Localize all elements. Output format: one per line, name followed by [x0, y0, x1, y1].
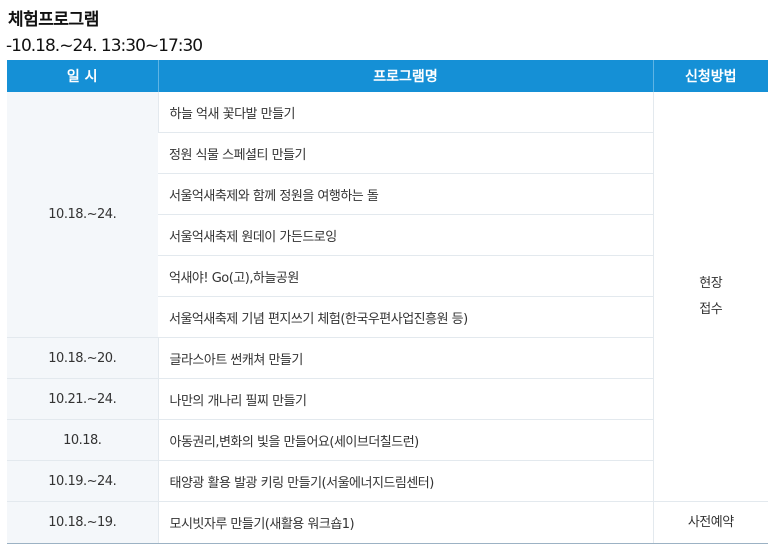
- method-cell-onsite: 현장 접수: [652, 92, 768, 502]
- schedule-period: -10.18.~24. 13:30~17:30: [6, 36, 203, 56]
- table-row: 10.18.~24. 하늘 억새 꽃다발 만들기 현장 접수: [7, 92, 768, 502]
- table-row: 10.18.~19. 모시빗자루 만들기(새활용 워크숍1) 사전예약: [7, 501, 768, 544]
- date-cell: 10.18.~20.: [7, 337, 158, 379]
- program-cell: 하늘 억새 꽃다발 만들기: [157, 92, 653, 133]
- program-cell: 글라스아트 썬캐쳐 만들기: [157, 337, 653, 379]
- header-date: 일 시: [7, 60, 158, 92]
- date-cell: 10.18.: [7, 419, 158, 461]
- program-cell: 서울억새축제 기념 편지쓰기 체험(한국우편사업진흥원 등): [158, 296, 653, 338]
- method-line: 현장: [699, 275, 723, 291]
- program-table: 일 시 프로그램명 신청방법 10.18.~24. 하늘 억새 꽃다발 만들기 …: [7, 60, 768, 544]
- page-title: 체험프로그램: [8, 10, 99, 30]
- program-cell: 억새야! Go(고),하늘공원: [158, 255, 653, 297]
- date-cell: 10.21.~24.: [7, 378, 158, 420]
- program-cell: 정원 식물 스페셜티 만들기: [158, 132, 653, 174]
- program-cell: 서울억새축제 원데이 가든드로잉: [158, 214, 653, 256]
- date-cell: 10.18.~19.: [7, 501, 158, 544]
- header-program: 프로그램명: [157, 60, 653, 92]
- method-cell-reservation: 사전예약: [652, 501, 768, 544]
- date-cell: 10.18.~24.: [7, 92, 158, 338]
- program-cell: 서울억새축제와 함께 정원을 여행하는 돌: [158, 173, 653, 215]
- header-method: 신청방법: [652, 60, 768, 92]
- program-cell: 태양광 활용 발광 키링 만들기(서울에너지드림센터): [157, 460, 653, 502]
- table-header-row: 일 시 프로그램명 신청방법: [7, 60, 768, 92]
- date-cell: 10.19.~24.: [7, 460, 158, 502]
- program-cell: 나만의 개나리 필찌 만들기: [157, 378, 653, 420]
- program-cell: 아동권리,변화의 빛을 만들어요(세이브더칠드런): [157, 419, 653, 461]
- program-cell: 모시빗자루 만들기(새활용 워크숍1): [157, 501, 653, 544]
- method-line: 접수: [699, 301, 723, 317]
